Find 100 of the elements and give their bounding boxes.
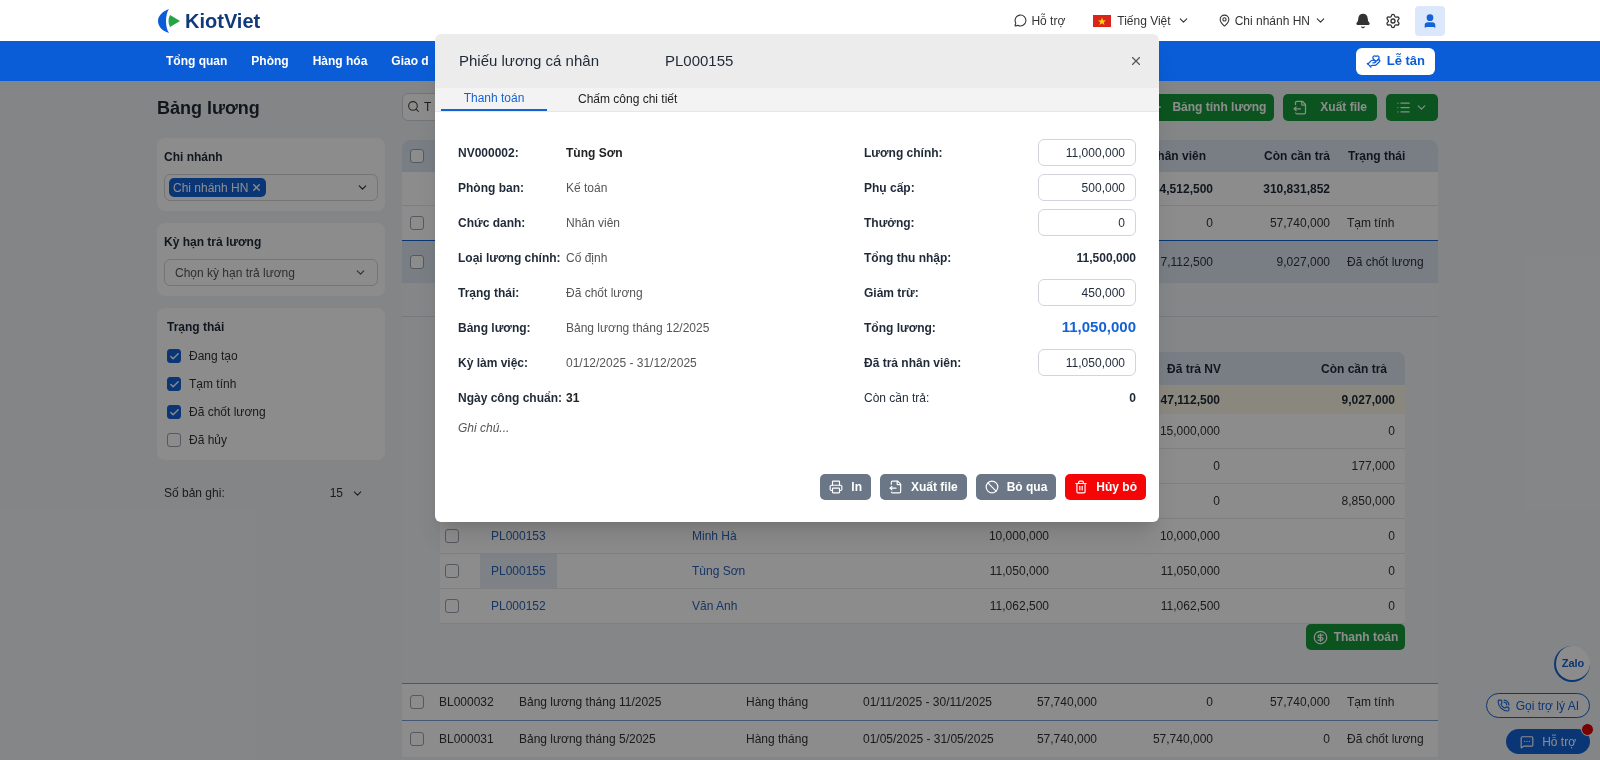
period-select[interactable]: Chọn kỳ hạn trả lương	[164, 259, 378, 286]
employee-link[interactable]: Văn Anh	[692, 597, 738, 615]
checkbox[interactable]	[410, 149, 424, 163]
table-cell-text: 11,050,000	[989, 563, 1049, 580]
amount-field[interactable]: 11,000,000	[1038, 139, 1136, 166]
amount-field[interactable]: 0	[1038, 209, 1136, 236]
checkbox[interactable]	[167, 433, 181, 447]
support-button[interactable]: Hỗ trợ	[1506, 729, 1590, 754]
checkbox[interactable]	[410, 732, 424, 746]
export-button[interactable]: Xuất file	[879, 474, 967, 500]
table-cell: 57,740,000	[1152, 732, 1213, 746]
payslip-link[interactable]: PL000153	[480, 519, 557, 553]
branch-tag: Chi nhánh HN	[169, 178, 267, 197]
employee-link[interactable]: Tùng Sơn	[692, 562, 746, 580]
pay-button[interactable]: Thanh toán	[1306, 624, 1405, 650]
nav-item[interactable]: Giao d	[391, 52, 429, 70]
zalo-button[interactable]: Zalo	[1554, 646, 1590, 682]
delete-button[interactable]: Hủy bỏ	[1065, 474, 1146, 500]
field-value: Bảng lương tháng 12/2025	[566, 319, 710, 337]
table-cell-text: 0	[1388, 563, 1395, 580]
field-label: Thưởng:	[864, 214, 915, 232]
nav-item[interactable]: Hàng hóa	[312, 52, 368, 70]
dollar-icon	[1312, 629, 1328, 645]
status-cell: Đã chốt lương	[1347, 732, 1424, 746]
table-cell: 0	[1206, 695, 1213, 709]
amount-field[interactable]: 500,000	[1038, 174, 1136, 201]
field-label: Ngày công chuẩn:	[458, 389, 563, 407]
total-cell: 310,831,852	[1263, 181, 1330, 196]
column-menu-button[interactable]	[1386, 93, 1438, 121]
field-value: Cố định	[566, 249, 608, 267]
status-option[interactable]: Tạm tính	[189, 375, 237, 393]
close-icon[interactable]	[1129, 54, 1143, 68]
table-cell-text: 10,000,000	[1159, 528, 1220, 545]
table-cell: 0	[1323, 732, 1330, 746]
tab[interactable]: Chấm công chi tiết	[547, 87, 709, 111]
status-cell: Tạm tính	[1347, 695, 1395, 709]
page-size-select[interactable]: 15	[329, 484, 364, 502]
payslip-link[interactable]: PL000155	[480, 554, 557, 588]
table-cell-text: 177,000	[1351, 458, 1395, 475]
bell-icon[interactable]	[1355, 12, 1371, 29]
amount-field[interactable]: 450,000	[1038, 279, 1136, 306]
language-selector[interactable]: Tiếng Việt	[1117, 11, 1171, 30]
table-cell: Bảng lương tháng 11/2025	[519, 695, 662, 709]
nav-item[interactable]: Phòng	[251, 52, 289, 70]
table-cell: 57,740,000	[1269, 695, 1330, 709]
checkbox[interactable]	[445, 564, 459, 578]
table-cell-text: 15,000,000	[1159, 423, 1220, 440]
phone-icon	[1496, 699, 1510, 712]
field-label: NV000002:	[458, 144, 520, 162]
branch-select[interactable]: Chi nhánh HN	[164, 174, 378, 201]
status-option[interactable]: Đã chốt lương	[189, 403, 266, 421]
settings-icon[interactable]	[1385, 12, 1401, 29]
filter-label: Kỳ hạn trả lương	[164, 234, 263, 251]
export-button[interactable]: Xuất file	[1283, 93, 1377, 121]
page-size-label: Số bản ghi:	[164, 485, 225, 502]
amount-field[interactable]: 11,050,000	[1038, 349, 1136, 376]
table-cell-text: 10,000,000	[988, 528, 1049, 545]
tab[interactable]: Thanh toán	[441, 87, 547, 111]
field-value: Đã chốt lương	[566, 284, 643, 302]
field-label: Bảng lương:	[458, 319, 532, 337]
status-option[interactable]: Đang tạo	[189, 347, 238, 365]
ban-icon	[984, 480, 999, 494]
table-cell: BL000031	[439, 732, 494, 746]
column-header: Trạng thái	[1348, 149, 1406, 163]
column-header: Còn cần trả	[1264, 149, 1330, 163]
employee-link[interactable]: Minh Hà	[692, 527, 737, 545]
payslip-link[interactable]: PL000152	[480, 589, 557, 623]
brand-name: KiotViet	[185, 8, 261, 34]
user-avatar[interactable]	[1415, 5, 1445, 36]
table-cell: 57,740,000	[1036, 732, 1097, 746]
reception-button[interactable]: Lễ tân	[1355, 47, 1435, 75]
amount-value: 0	[1129, 389, 1136, 407]
nav-item[interactable]: Tổng quan	[166, 52, 228, 70]
table-cell: BL000032	[439, 695, 494, 709]
checkbox[interactable]	[167, 377, 181, 391]
branch-selector[interactable]: Chi nhánh HN	[1234, 11, 1310, 30]
status-option[interactable]: Đã hủy	[189, 431, 228, 449]
checkbox[interactable]	[410, 216, 424, 230]
page-title: Bảng lương	[157, 97, 261, 120]
list-icon	[1396, 99, 1411, 115]
print-button[interactable]: In	[820, 474, 871, 500]
field-label: Giảm trừ:	[864, 284, 919, 302]
file-export-icon	[1293, 99, 1309, 115]
table-cell: 9,027,000	[1276, 255, 1330, 269]
trash-icon	[1074, 480, 1089, 494]
support-link[interactable]: Hỗ trợ	[1031, 11, 1066, 30]
checkbox[interactable]	[445, 529, 459, 543]
field-value: 01/12/2025 - 31/12/2025	[566, 354, 697, 372]
table-cell-text: 0	[1388, 598, 1395, 615]
checkbox[interactable]	[445, 599, 459, 613]
checkbox[interactable]	[410, 695, 424, 709]
remove-icon[interactable]	[251, 182, 263, 193]
skip-button[interactable]: Bỏ qua	[975, 474, 1057, 500]
field-label: Phụ cấp:	[864, 179, 915, 197]
note-field[interactable]: Ghi chú...	[458, 415, 1136, 441]
field-label: Phòng ban:	[458, 179, 525, 197]
checkbox[interactable]	[167, 405, 181, 419]
table-cell-text: 0	[1388, 423, 1395, 440]
checkbox[interactable]	[410, 255, 424, 269]
checkbox[interactable]	[167, 349, 181, 363]
